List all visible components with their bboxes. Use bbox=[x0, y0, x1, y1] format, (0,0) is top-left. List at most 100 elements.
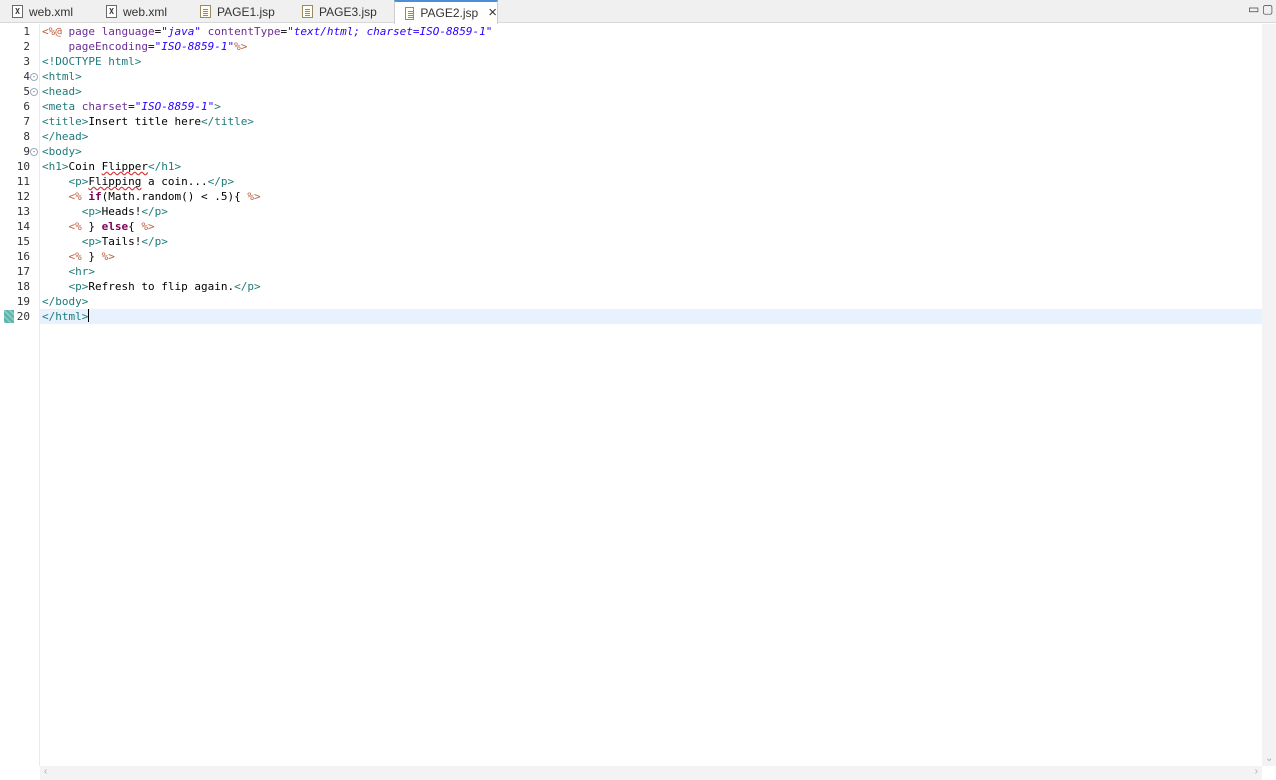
code-token: Heads! bbox=[101, 205, 142, 218]
line-number: 15 bbox=[16, 235, 30, 248]
code-token: </p> bbox=[141, 235, 168, 248]
jsp-file-icon bbox=[200, 5, 211, 18]
editor-tab-bar: X web.xml X web.xml PAGE1.jsp PAGE3.jsp … bbox=[0, 0, 1276, 24]
line-number: 4 bbox=[23, 70, 30, 83]
code-token: pageEncoding bbox=[68, 40, 148, 53]
code-token: } bbox=[88, 220, 102, 233]
code-token: <h1> bbox=[42, 160, 69, 173]
fold-collapse-icon[interactable]: - bbox=[30, 88, 38, 96]
code-token: <%@ bbox=[42, 25, 69, 38]
line-number: 16 bbox=[16, 250, 30, 263]
code-area[interactable]: <%@ page language = "java" contentType = "te… bbox=[42, 24, 1262, 766]
tab-web-xml-2[interactable]: X web.xml bbox=[96, 0, 188, 23]
code-token: "text/html; charset=ISO-8859-1" bbox=[287, 25, 493, 38]
code-token: </html> bbox=[42, 310, 89, 323]
line-number: 10 bbox=[16, 160, 30, 173]
code-token: %> bbox=[141, 220, 155, 233]
line-number: 1 bbox=[23, 25, 30, 38]
code-token: if bbox=[88, 190, 102, 203]
code-line[interactable]: </body> bbox=[42, 294, 1262, 309]
code-line[interactable]: <head> bbox=[42, 84, 1262, 99]
code-line[interactable]: <p>Flipping a coin...</p> bbox=[42, 174, 1262, 189]
jsp-file-icon bbox=[302, 5, 313, 18]
scroll-left-arrow-icon[interactable]: ‹ bbox=[44, 766, 47, 777]
minimize-icon[interactable]: ▭ bbox=[1248, 2, 1259, 16]
code-token: </body> bbox=[42, 295, 89, 308]
code-line[interactable]: <body> bbox=[42, 144, 1262, 159]
fold-collapse-icon[interactable]: - bbox=[30, 73, 38, 81]
misspelled-token: Flipper bbox=[101, 160, 148, 173]
tab-page1-jsp[interactable]: PAGE1.jsp bbox=[190, 0, 290, 23]
code-token: <p> bbox=[68, 280, 89, 293]
code-token: </head> bbox=[42, 130, 89, 143]
code-line[interactable]: <meta charset="ISO-8859-1"> bbox=[42, 99, 1262, 114]
code-line[interactable]: </html> bbox=[42, 309, 1262, 324]
code-token: > bbox=[214, 100, 221, 113]
fold-collapse-icon[interactable]: - bbox=[30, 148, 38, 156]
code-line[interactable]: <html> bbox=[42, 69, 1262, 84]
code-token: page bbox=[68, 25, 102, 38]
misspelled-token: Flipping bbox=[88, 175, 142, 188]
code-line[interactable]: <%@ page language="java" contentType="te… bbox=[42, 24, 1262, 39]
code-token: </title> bbox=[200, 115, 254, 128]
scroll-right-arrow-icon[interactable]: › bbox=[1255, 766, 1258, 777]
code-token: <!DOCTYPE html> bbox=[42, 55, 142, 68]
line-number: 5 bbox=[23, 85, 30, 98]
code-token: %> bbox=[234, 40, 248, 53]
code-token: </p> bbox=[207, 175, 235, 188]
code-token: (Math.random() < .5){ bbox=[101, 190, 248, 203]
code-line[interactable]: <% if(Math.random() < .5){ %> bbox=[42, 189, 1262, 204]
line-number: 8 bbox=[23, 130, 30, 143]
code-line[interactable]: <h1>Coin Flipper</h1> bbox=[42, 159, 1262, 174]
line-number: 11 bbox=[16, 175, 30, 188]
jsp-file-icon bbox=[405, 6, 415, 20]
code-token: = bbox=[128, 100, 135, 113]
line-number: 3 bbox=[23, 55, 30, 68]
code-token: <meta bbox=[42, 100, 82, 113]
horizontal-scrollbar[interactable]: ‹ › bbox=[40, 766, 1262, 780]
line-number: 2 bbox=[23, 40, 30, 53]
close-tab-icon[interactable]: × bbox=[488, 5, 497, 20]
code-token: <html> bbox=[42, 70, 82, 83]
code-token: <body> bbox=[42, 145, 82, 158]
code-token: <p> bbox=[81, 235, 102, 248]
code-token: "ISO-8859-1" bbox=[154, 40, 235, 53]
code-line[interactable]: <!DOCTYPE html> bbox=[42, 54, 1262, 69]
code-token: = bbox=[147, 40, 155, 53]
code-token: <p> bbox=[68, 175, 89, 188]
code-line[interactable]: <title>Insert title here</title> bbox=[42, 114, 1262, 129]
code-line[interactable]: pageEncoding="ISO-8859-1"%> bbox=[42, 39, 1262, 54]
tab-page3-jsp[interactable]: PAGE3.jsp bbox=[292, 0, 392, 23]
maximize-icon[interactable]: ▢ bbox=[1262, 2, 1273, 16]
tab-page2-jsp[interactable]: PAGE2.jsp × bbox=[394, 0, 498, 24]
code-line[interactable]: </head> bbox=[42, 129, 1262, 144]
line-number: 6 bbox=[23, 100, 30, 113]
code-editor[interactable]: 1 2 3 4-5-6 7 8 9-10 11 12 13 14 15 16 17 18 19 20 <%@ p… bbox=[0, 24, 1262, 766]
code-token: "ISO-8859-1" bbox=[134, 100, 215, 113]
xml-file-icon: X bbox=[12, 5, 23, 18]
line-number: 13 bbox=[16, 205, 30, 218]
tab-label: web.xml bbox=[29, 4, 74, 19]
code-token: <% bbox=[68, 250, 89, 263]
line-number: 19 bbox=[16, 295, 30, 308]
code-line[interactable]: <p>Tails!</p> bbox=[42, 234, 1262, 249]
code-line[interactable]: <p>Heads!</p> bbox=[42, 204, 1262, 219]
code-token: charset bbox=[81, 100, 129, 113]
code-token: </p> bbox=[141, 205, 168, 218]
line-number: 17 bbox=[16, 265, 30, 278]
vertical-scrollbar[interactable]: ⌄ bbox=[1262, 24, 1276, 766]
code-token: Tails! bbox=[101, 235, 142, 248]
tab-label: PAGE2.jsp bbox=[420, 6, 479, 20]
code-token: <p> bbox=[81, 205, 102, 218]
line-number: 9 bbox=[23, 145, 30, 158]
code-line[interactable]: <% } else{ %> bbox=[42, 219, 1262, 234]
code-line[interactable]: <p>Refresh to flip again.</p> bbox=[42, 279, 1262, 294]
scroll-down-arrow-icon[interactable]: ⌄ bbox=[1265, 753, 1273, 764]
tab-label: web.xml bbox=[123, 4, 168, 19]
code-line[interactable]: <hr> bbox=[42, 264, 1262, 279]
tab-web-xml-1[interactable]: X web.xml bbox=[2, 0, 94, 23]
code-line[interactable]: <% } %> bbox=[42, 249, 1262, 264]
